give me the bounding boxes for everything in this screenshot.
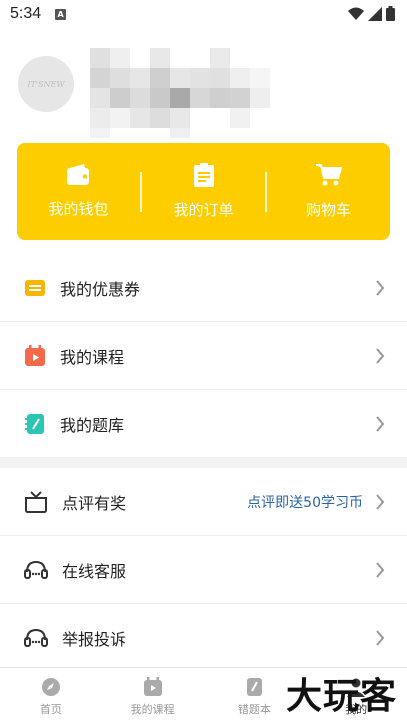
status-time: 5:34 (10, 5, 42, 22)
coupon-icon (25, 279, 45, 296)
menu-item-label: 在线客服 (62, 561, 127, 581)
compass-icon (41, 677, 60, 696)
calendar-icon (143, 676, 162, 696)
section-divider (0, 458, 407, 468)
menu-item-question-bank[interactable]: 我的题库 (0, 390, 407, 458)
menu-item-label: 举报投诉 (62, 629, 127, 649)
notification-icon: A (55, 8, 67, 20)
menu-item-report-complaint[interactable]: 举报投诉 (0, 604, 407, 672)
menu-item-coupons[interactable]: 我的优惠券 (0, 254, 407, 322)
notebook-icon (247, 677, 263, 696)
orders-label: 我的订单 (173, 201, 234, 219)
quick-actions-card: 我的钱包 我的订单 购物车 (17, 143, 390, 240)
signal-icon (368, 6, 382, 21)
chevron-right-icon (376, 493, 385, 510)
menu-item-customer-service[interactable]: 在线客服 (0, 536, 407, 604)
avatar[interactable]: IT'SNEW (18, 56, 74, 112)
status-icons (348, 6, 395, 21)
gift-icon (25, 490, 47, 513)
watermark-logo: 大玩客 (285, 676, 397, 717)
menu-item-courses[interactable]: 我的课程 (0, 322, 407, 390)
tab-my-courses[interactable]: 我的课程 (102, 668, 204, 725)
tab-label: 我的课程 (130, 702, 175, 716)
menu-item-label: 我的课程 (60, 347, 125, 367)
menu-item-review-reward[interactable]: 点评有奖 点评即送50学习币 (0, 468, 407, 536)
wallet-button[interactable]: 我的钱包 (17, 143, 140, 240)
calendar-icon (25, 344, 45, 366)
tab-home[interactable]: 首页 (0, 668, 102, 725)
headset-icon (24, 628, 48, 647)
menu-item-label: 我的题库 (60, 415, 125, 435)
wifi-icon (348, 7, 364, 20)
wallet-label: 我的钱包 (48, 200, 109, 218)
notebook-icon (25, 413, 44, 434)
cart-button[interactable]: 购物车 (267, 143, 390, 240)
wallet-icon (66, 164, 89, 185)
review-reward-hint: 点评即送50学习币 (247, 494, 363, 511)
avatar-logo-text: IT'SNEW (27, 79, 65, 89)
chevron-right-icon (376, 347, 385, 364)
cart-icon (315, 164, 342, 186)
menu-list: 我的优惠券 我的课程 我的题库 点评有奖 点评即送50学习币 在线客服 举报投诉 (0, 254, 407, 672)
orders-button[interactable]: 我的订单 (142, 143, 265, 240)
menu-item-label: 点评有奖 (62, 493, 127, 513)
chevron-right-icon (376, 415, 385, 432)
cart-label: 购物车 (305, 201, 351, 219)
status-bar: 5:34 A (0, 0, 407, 28)
clipboard-icon (193, 163, 214, 187)
chevron-right-icon (376, 279, 385, 296)
battery-icon (386, 6, 395, 21)
profile-header[interactable]: IT'SNEW (0, 28, 407, 140)
tab-label: 错题本 (237, 702, 271, 716)
chevron-right-icon (376, 561, 385, 578)
tab-label: 首页 (39, 702, 62, 716)
headset-icon (24, 560, 48, 579)
menu-item-label: 我的优惠券 (60, 279, 141, 299)
chevron-right-icon (376, 629, 385, 646)
